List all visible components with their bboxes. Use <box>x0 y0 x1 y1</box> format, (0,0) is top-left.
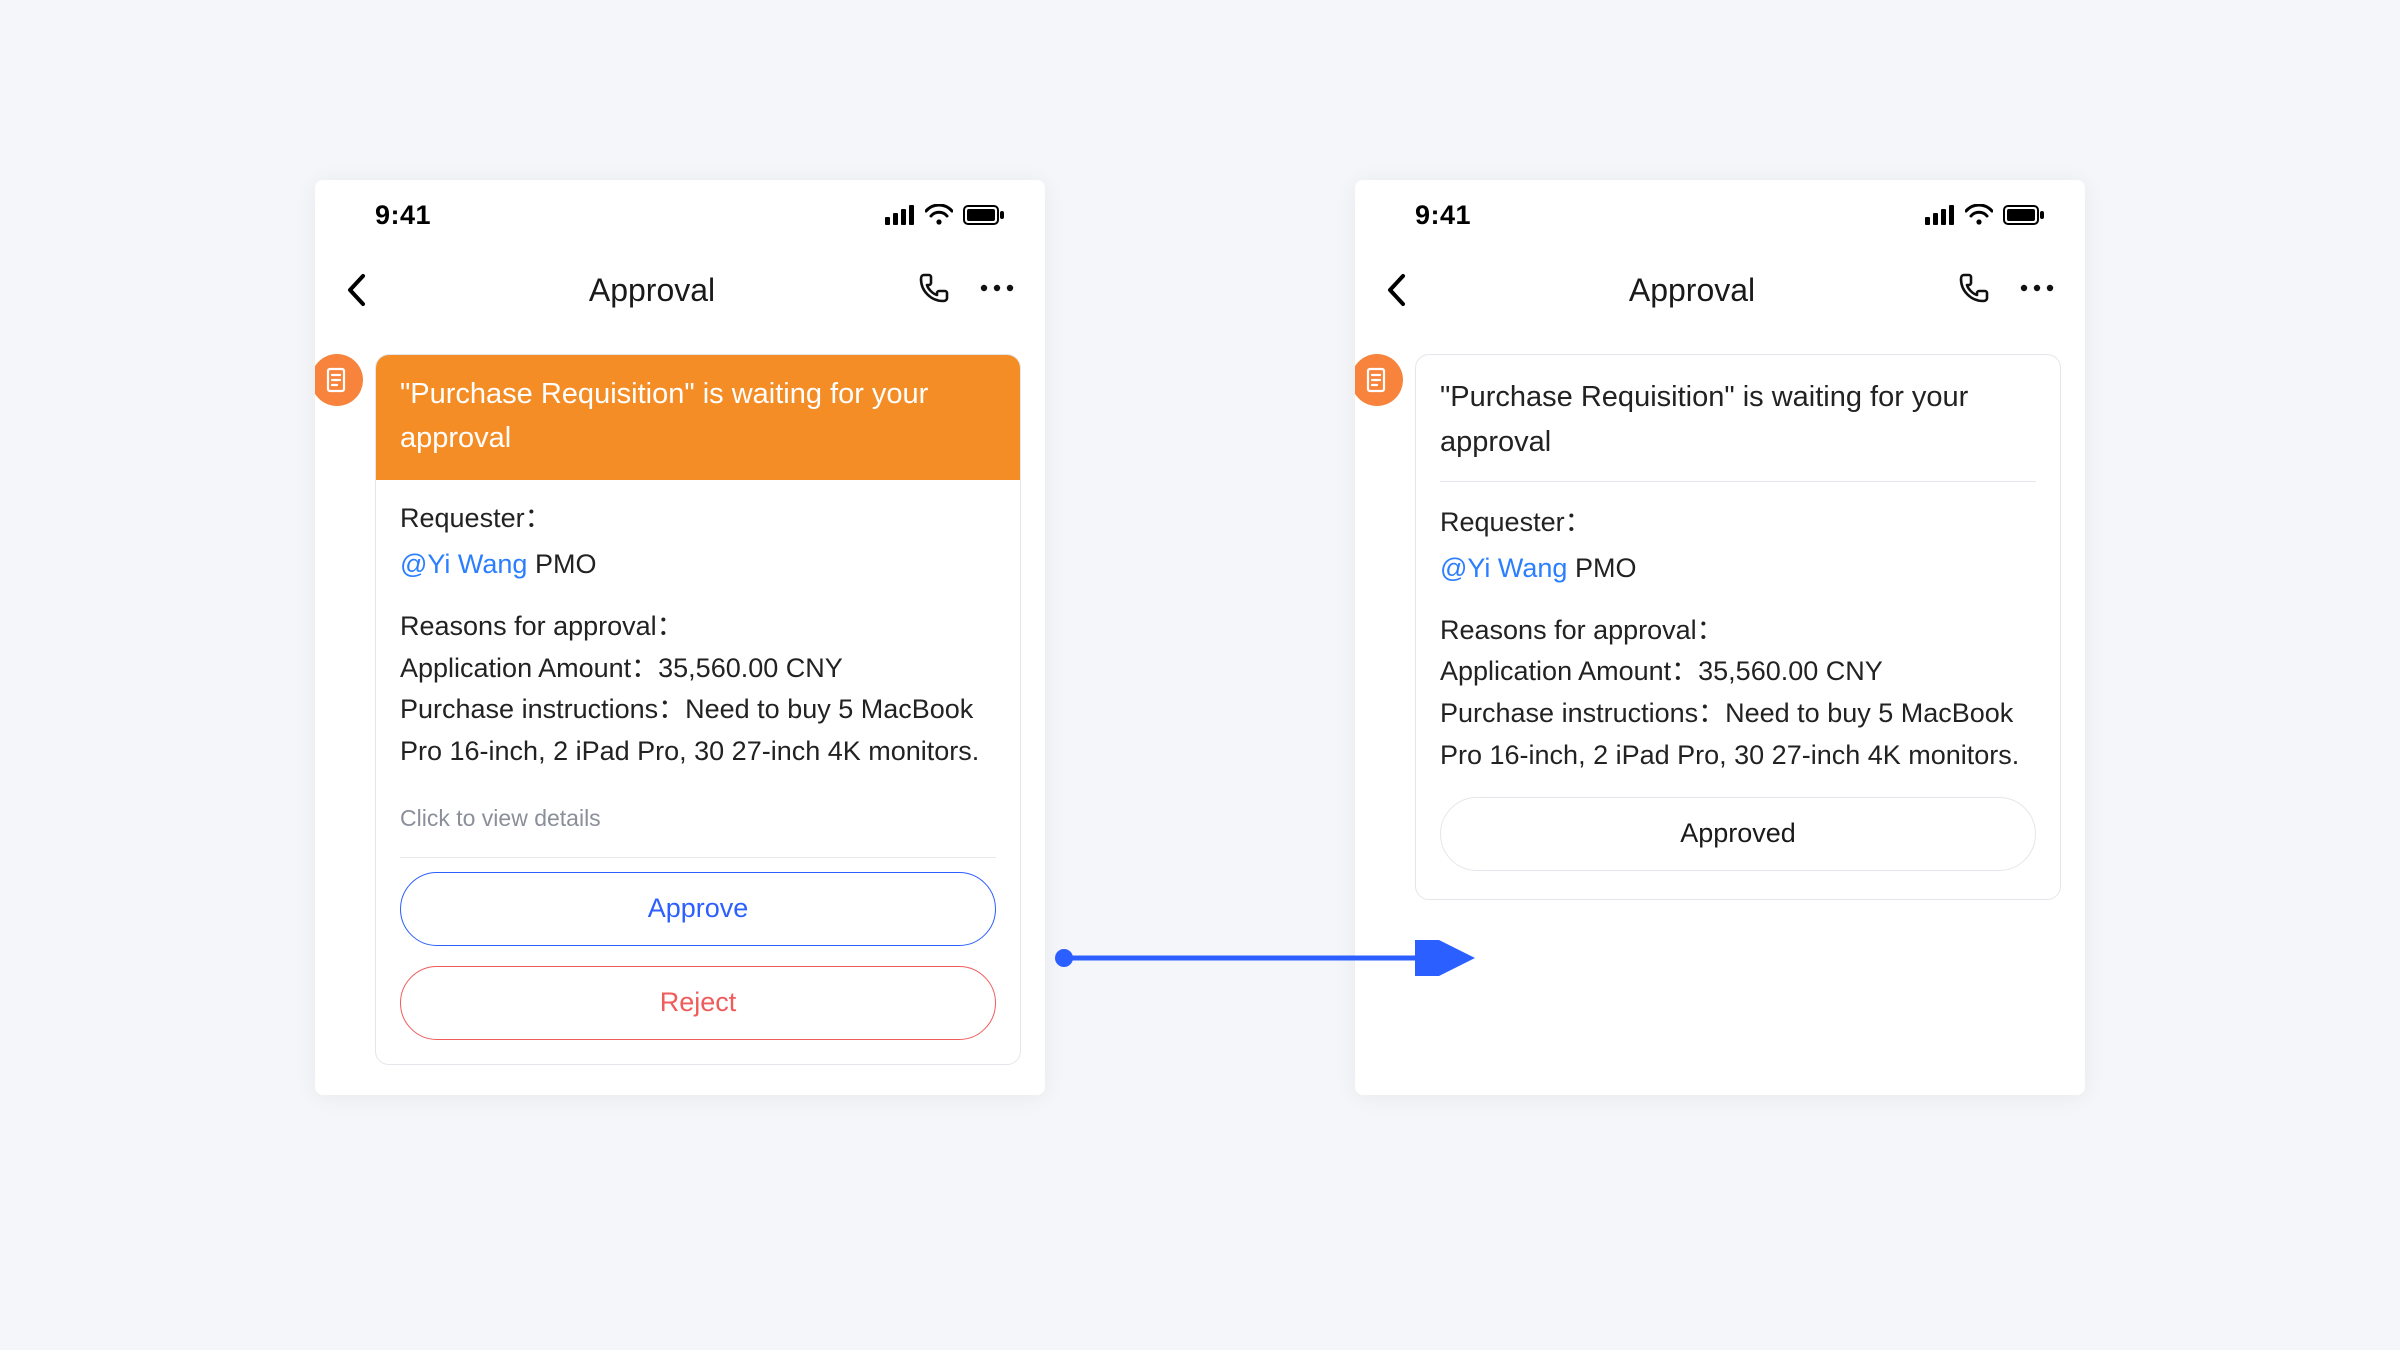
app-avatar <box>315 354 363 406</box>
reasons-label: Reasons for approval： <box>400 606 996 648</box>
amount-line: Application Amount：35,560.00 CNY <box>1440 651 2036 693</box>
app-avatar <box>1355 354 1403 406</box>
reject-button[interactable]: Reject <box>400 966 996 1040</box>
card-title: "Purchase Requisition" is waiting for yo… <box>376 355 1020 480</box>
document-icon <box>1365 367 1389 393</box>
battery-icon <box>2003 205 2045 225</box>
call-button[interactable] <box>1957 271 1991 310</box>
status-bar: 9:41 <box>1355 180 2085 250</box>
divider <box>400 857 996 858</box>
phone-icon <box>917 271 951 305</box>
page-title: Approval <box>1427 272 1957 309</box>
requester-label: Requester： <box>1440 502 2036 544</box>
view-details-link[interactable]: Click to view details <box>400 793 996 851</box>
card-title: "Purchase Requisition" is waiting for yo… <box>1440 375 2036 465</box>
nav-bar: Approval <box>315 250 1045 330</box>
requester-mention[interactable]: @Yi Wang <box>400 549 527 579</box>
phone-before: 9:41 Approval <box>315 180 1045 1095</box>
signal-icon <box>1925 205 1955 225</box>
status-time: 9:41 <box>1415 200 1471 231</box>
more-button[interactable] <box>2019 281 2055 299</box>
instructions-line: Purchase instructions：Need to buy 5 MacB… <box>400 689 996 773</box>
page-title: Approval <box>387 272 917 309</box>
transition-arrow-icon <box>1050 940 1490 976</box>
amount-line: Application Amount：35,560.00 CNY <box>400 648 996 690</box>
approved-pill: Approved <box>1440 797 2036 871</box>
more-icon <box>2019 282 2055 294</box>
approval-card[interactable]: "Purchase Requisition" is waiting for yo… <box>1415 354 2061 900</box>
nav-bar: Approval <box>1355 250 2085 330</box>
chevron-left-icon <box>1385 273 1407 307</box>
call-button[interactable] <box>917 271 951 310</box>
wifi-icon <box>1965 204 1993 226</box>
requester-role: PMO <box>1575 553 1637 583</box>
signal-icon <box>885 205 915 225</box>
wifi-icon <box>925 204 953 226</box>
reasons-label: Reasons for approval： <box>1440 610 2036 652</box>
status-icons <box>1925 204 2045 226</box>
instructions-line: Purchase instructions：Need to buy 5 MacB… <box>1440 693 2036 777</box>
more-icon <box>979 282 1015 294</box>
chevron-left-icon <box>345 273 367 307</box>
status-time: 9:41 <box>375 200 431 231</box>
status-bar: 9:41 <box>315 180 1045 250</box>
more-button[interactable] <box>979 281 1015 299</box>
battery-icon <box>963 205 1005 225</box>
requester-label: Requester： <box>400 498 996 540</box>
requester-mention[interactable]: @Yi Wang <box>1440 553 1567 583</box>
document-icon <box>325 367 349 393</box>
divider <box>1440 481 2036 482</box>
requester-role: PMO <box>535 549 597 579</box>
status-icons <box>885 204 1005 226</box>
phone-icon <box>1957 271 1991 305</box>
approve-button[interactable]: Approve <box>400 872 996 946</box>
approval-card[interactable]: "Purchase Requisition" is waiting for yo… <box>375 354 1021 1065</box>
